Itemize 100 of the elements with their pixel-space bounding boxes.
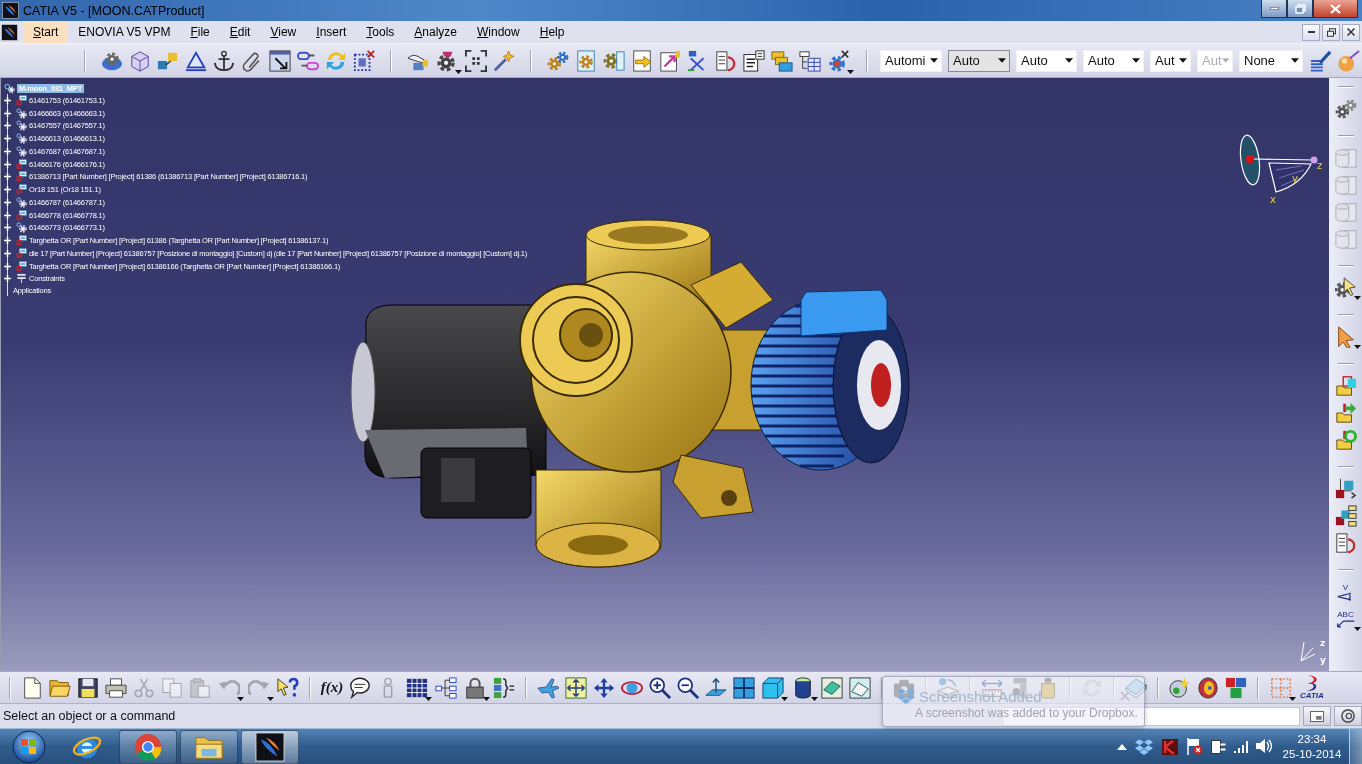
pan-icon[interactable]: [593, 676, 615, 699]
caret-icon[interactable]: [483, 696, 490, 701]
caret-icon[interactable]: [455, 69, 462, 74]
node-graph-icon[interactable]: [435, 676, 457, 699]
panel-button[interactable]: [1303, 706, 1331, 726]
expand-icon[interactable]: [4, 237, 11, 245]
app-icon[interactable]: [1, 23, 18, 41]
caret-icon[interactable]: [1353, 296, 1361, 300]
volume-icon[interactable]: [1256, 739, 1273, 754]
combo-box[interactable]: Aut: [1150, 49, 1191, 72]
expand-icon[interactable]: [4, 186, 11, 194]
part-icon[interactable]: [16, 120, 27, 132]
restore-button[interactable]: [1287, 0, 1313, 18]
folder-cycle-icon[interactable]: [1334, 429, 1357, 451]
gear-disc-icon[interactable]: [101, 49, 123, 72]
expand-icon[interactable]: [4, 160, 11, 168]
component-icon[interactable]: [16, 260, 27, 272]
lock-icon[interactable]: [464, 676, 486, 699]
four-panes-icon[interactable]: [733, 676, 755, 699]
expand-icon[interactable]: [4, 224, 11, 232]
printer-icon[interactable]: [105, 676, 127, 699]
signal-icon[interactable]: [1234, 740, 1248, 753]
dotted-grid-icon[interactable]: [1270, 676, 1292, 699]
plane-icon[interactable]: [537, 676, 559, 699]
caret-icon[interactable]: [1353, 345, 1361, 349]
chain-links-icon[interactable]: [297, 49, 319, 72]
caret-icon[interactable]: [811, 696, 818, 701]
document-diagonal-arrow-icon[interactable]: [659, 49, 681, 72]
component-icon[interactable]: [16, 171, 27, 183]
parameter-list-icon[interactable]: [493, 676, 515, 699]
combo-box[interactable]: Auto: [1083, 49, 1144, 72]
expand-icon[interactable]: [4, 249, 11, 257]
part-icon[interactable]: [16, 145, 27, 157]
triangle-icon[interactable]: [185, 49, 207, 72]
menu-item[interactable]: ENOVIA V5 VPM: [68, 21, 181, 43]
normal-view-icon[interactable]: [705, 676, 727, 699]
sphere-star-icon[interactable]: [1169, 676, 1191, 699]
new-document-icon[interactable]: [21, 676, 43, 699]
angle-dimension-button[interactable]: V: [1335, 582, 1356, 602]
hide-show-icon[interactable]: [821, 676, 843, 699]
close-button[interactable]: [1313, 0, 1358, 18]
folder-arrow-icon[interactable]: [1334, 402, 1357, 424]
expand-icon[interactable]: [4, 96, 11, 104]
menu-item[interactable]: Window: [467, 21, 530, 43]
sphere-wand-icon[interactable]: [1338, 49, 1360, 72]
menu-item[interactable]: File: [180, 21, 220, 43]
menu-item[interactable]: Start: [23, 21, 69, 43]
spiral-button[interactable]: [1334, 706, 1362, 726]
taskbar-button[interactable]: [180, 729, 238, 764]
anchor-icon[interactable]: [213, 49, 235, 72]
gear-sheet-icon[interactable]: [603, 49, 625, 72]
magic-wand-icon[interactable]: [493, 49, 515, 72]
caret-icon[interactable]: [781, 696, 788, 701]
component-icon[interactable]: [16, 209, 27, 221]
expand-icon[interactable]: [4, 211, 11, 219]
save-icon[interactable]: [77, 676, 99, 699]
product-icon[interactable]: [4, 82, 15, 94]
menu-item[interactable]: Analyze: [404, 21, 468, 43]
taskbar-button[interactable]: [119, 729, 177, 764]
part-icon[interactable]: [16, 133, 27, 145]
zoom-out-icon[interactable]: [677, 676, 699, 699]
cylinder-icon[interactable]: [792, 676, 814, 699]
taskbar-button[interactable]: [241, 729, 299, 764]
gears-icon[interactable]: [547, 49, 569, 72]
zoom-in-icon[interactable]: [649, 676, 671, 699]
combo-box[interactable]: Auto: [1016, 49, 1077, 72]
menu-item[interactable]: Insert: [306, 21, 357, 43]
menu-item[interactable]: Help: [529, 21, 575, 43]
component-icon[interactable]: [16, 158, 27, 170]
expand-icon[interactable]: [4, 122, 11, 130]
expand-icon[interactable]: [4, 173, 11, 181]
caret-icon[interactable]: [847, 69, 854, 74]
compass-icon[interactable]: [1239, 134, 1318, 193]
minimize-button[interactable]: [1302, 23, 1320, 41]
expand-icon[interactable]: [4, 135, 11, 143]
caret-icon[interactable]: [425, 696, 432, 701]
component-icon[interactable]: [16, 247, 27, 259]
menu-item[interactable]: View: [260, 21, 307, 43]
component-icon[interactable]: [16, 235, 27, 247]
gear-cross-icon[interactable]: [828, 49, 850, 72]
close-button[interactable]: [1342, 23, 1360, 41]
tray-arrow-icon[interactable]: [1117, 743, 1127, 750]
gear-pointer-icon[interactable]: [1334, 277, 1357, 299]
cubes-list-icon[interactable]: [1334, 505, 1357, 527]
expand-icon[interactable]: [4, 109, 11, 117]
flag-cross-icon[interactable]: [1187, 738, 1203, 755]
clock-date[interactable]: 25-10-2014: [1282, 746, 1342, 762]
tree-table-icon[interactable]: [799, 49, 821, 72]
expand-icon[interactable]: [4, 147, 11, 155]
expand-icon[interactable]: [4, 275, 11, 283]
constraints-icon[interactable]: [16, 273, 27, 285]
caret-icon[interactable]: [1353, 627, 1361, 631]
help-pointer-icon[interactable]: [277, 676, 299, 699]
table-icon[interactable]: [406, 676, 428, 699]
text-frame-icon[interactable]: [743, 49, 765, 72]
combo-box[interactable]: Auto: [948, 49, 1010, 72]
tray-app-icon[interactable]: [1161, 737, 1179, 756]
open-box-icon[interactable]: [1135, 738, 1153, 755]
speech-bubble-icon[interactable]: [349, 676, 371, 699]
text-dimension-button[interactable]: ABC: [1335, 609, 1356, 629]
